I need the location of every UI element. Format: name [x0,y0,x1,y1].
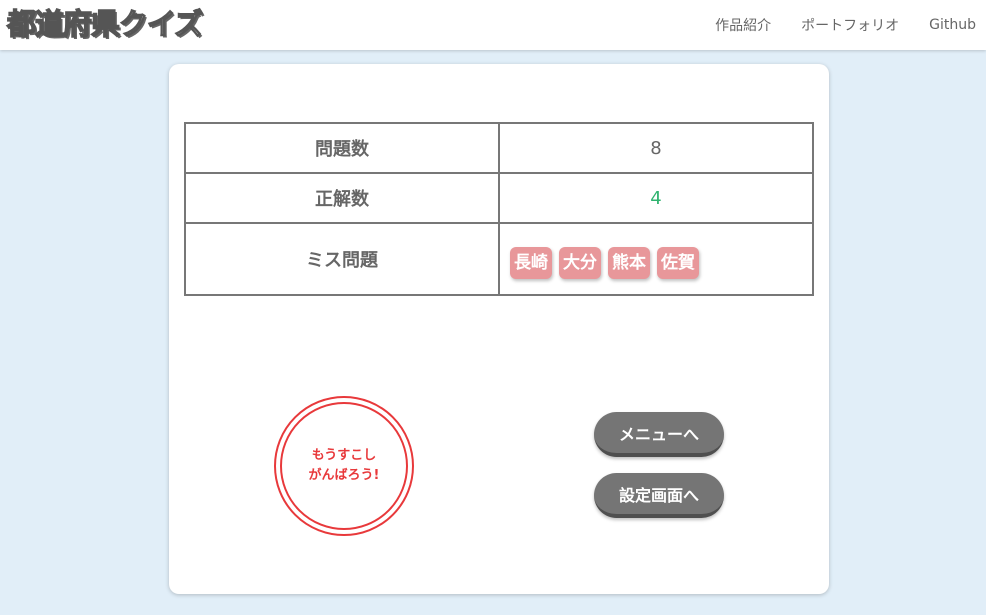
question-count-label: 問題数 [184,122,500,174]
stamp-text-line1: もうすこし [311,448,377,463]
logo-text-2: 府県クイズ [62,6,204,41]
nav-link-works[interactable]: 作品紹介 [715,15,771,35]
menu-button[interactable]: メニューへ [594,412,724,457]
missed-questions-list: 長崎 大分 熊本 佐賀 [498,222,814,296]
table-row: 正解数 4 [184,172,814,224]
missed-chip-saga[interactable]: 佐賀 [657,246,699,279]
logo-text-accent: 道 [34,6,64,41]
result-table: 問題数 8 正解数 4 ミス問題 長崎 大分 熊本 佐賀 [184,122,814,296]
result-stamp-inner: もうすこし がんばろう! [280,402,408,530]
question-count-value: 8 [498,122,814,174]
settings-button[interactable]: 設定画面へ [594,473,724,518]
table-row: 問題数 8 [184,122,814,174]
missed-chip-nagasaki[interactable]: 長崎 [510,246,552,279]
missed-questions-label: ミス問題 [184,222,500,296]
table-row: ミス問題 長崎 大分 熊本 佐賀 [184,222,814,296]
logo-text-1: 都 [6,6,36,41]
missed-chip-kumamoto[interactable]: 熊本 [608,246,650,279]
nav-link-github[interactable]: Github [929,17,976,33]
result-card: 問題数 8 正解数 4 ミス問題 長崎 大分 熊本 佐賀 もうすこし がんばろう! メ… [169,64,829,594]
correct-count-value: 4 [498,172,814,224]
nav-link-portfolio[interactable]: ポートフォリオ [801,15,899,35]
missed-chip-oita[interactable]: 大分 [559,246,601,279]
top-nav: 作品紹介 ポートフォリオ Github [685,0,976,50]
app-logo[interactable]: 都道府県クイズ [6,5,204,43]
stamp-text-line2: がんばろう! [308,468,380,483]
correct-count-label: 正解数 [184,172,500,224]
header: 都道府県クイズ 作品紹介 ポートフォリオ Github [0,0,986,50]
result-stamp: もうすこし がんばろう! [274,396,414,536]
